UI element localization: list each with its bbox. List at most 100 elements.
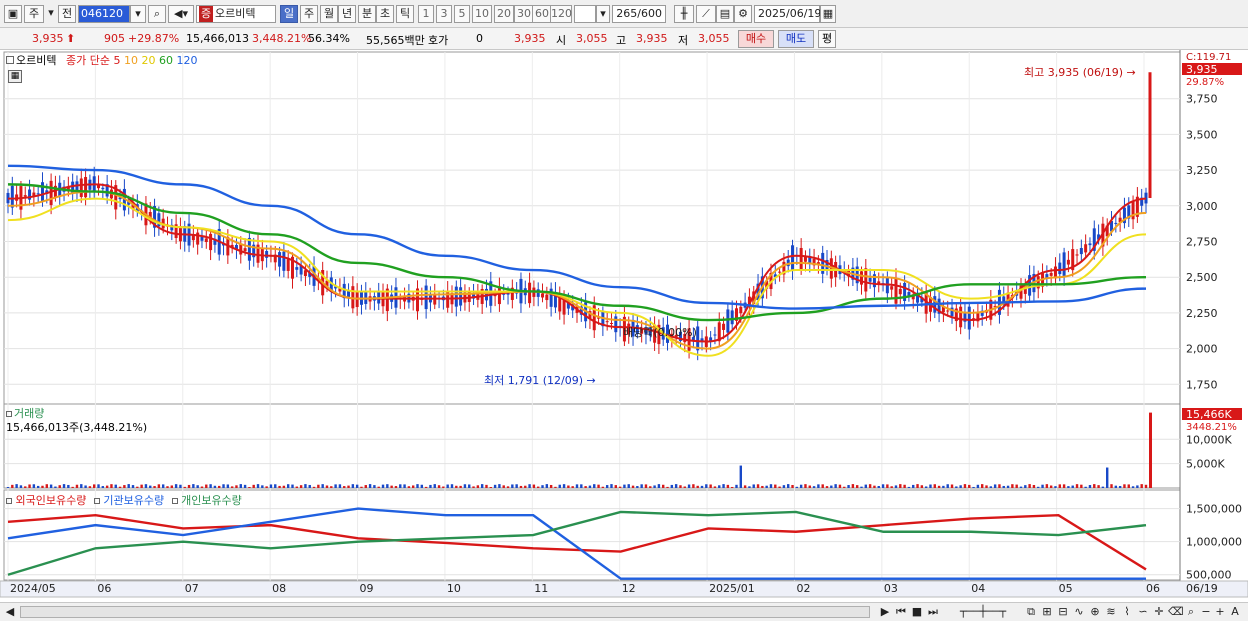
volume-bar (912, 484, 915, 488)
rewind-icon[interactable]: ⏮ (894, 604, 908, 620)
volume-bar (700, 485, 704, 488)
date-input[interactable]: 2025/06/19 (754, 5, 821, 23)
volume-bar (511, 484, 514, 488)
individual-legend-box-icon (171, 498, 178, 504)
interval-dropdown-icon[interactable]: ▾ (596, 5, 610, 23)
volume-bar (131, 485, 135, 488)
crosshair-icon[interactable]: ✛ (1152, 604, 1166, 620)
volume-bar (205, 484, 208, 488)
volume-bar (653, 485, 656, 488)
scroll-track[interactable] (20, 606, 870, 618)
legend-stock-name[interactable]: 오르비텍 (16, 54, 56, 67)
interval-60-button[interactable]: 60 (532, 5, 552, 23)
volume-bar (161, 484, 165, 488)
count-input[interactable]: 265/600 (612, 5, 666, 23)
save-icon[interactable]: ▤ (716, 5, 734, 23)
candle-body (286, 259, 290, 271)
bottom-scrollbar[interactable]: ◀ ▶ ⏮ ■ ⏭ ┬──┼──┬ ⧉ ⊞ ⊟ ∿ ⊕ ≋ ⌇ ∽ ✛ ⌫ ⌕ … (0, 602, 1248, 621)
sell-button[interactable]: 매도 (778, 30, 814, 48)
dividend-annotation: 배당락(0.00%) (623, 326, 697, 339)
code-dropdown-icon[interactable]: ▾ (130, 5, 146, 23)
buy-button[interactable]: 매수 (738, 30, 774, 48)
scroll-left-icon[interactable]: ◀ (4, 604, 16, 620)
candle-icon[interactable]: ╫ (674, 5, 694, 23)
stock-chart[interactable]: 3,750 3,500 3,250 3,000 2,750 2,500 2,250 2,000… (0, 50, 1248, 602)
layout-icon[interactable]: ⊞ (1040, 604, 1054, 620)
period-year-button[interactable]: 년 (338, 5, 356, 23)
stock-name-field[interactable]: 증 오르비텍 (196, 5, 276, 23)
prev-button[interactable]: 전 (58, 5, 76, 23)
legend-institution[interactable]: 기관보유수량 (103, 494, 164, 507)
volume-bar (855, 485, 859, 488)
table-view-icon[interactable]: ▦ (8, 70, 22, 83)
up-arrow-icon: ⬆ (66, 32, 76, 45)
interval-10-button[interactable]: 10 (472, 5, 492, 23)
interval-20-button[interactable]: 20 (494, 5, 514, 23)
interval-30-button[interactable]: 30 (514, 5, 534, 23)
volume-bar (605, 485, 609, 488)
interval-1-button[interactable]: 1 (418, 5, 434, 23)
settings-gear-icon[interactable]: ⚙ (734, 5, 752, 23)
zoom-out-icon[interactable]: − (1200, 604, 1212, 620)
calendar-icon[interactable]: ▦ (820, 5, 836, 23)
volume-bar (1071, 485, 1074, 488)
sound-icon[interactable]: ◀▾ (168, 5, 194, 23)
type-dropdown-icon[interactable]: ▾ (46, 5, 56, 23)
window-menu-icon[interactable]: ▣ (4, 5, 22, 23)
forward-icon[interactable]: ⏭ (926, 604, 940, 620)
volume-bar (11, 484, 14, 488)
volume-bar (968, 484, 971, 488)
volume-bar (455, 485, 458, 488)
wave-icon[interactable]: ⌇ (1120, 604, 1134, 620)
magnifier-icon[interactable]: ⌕ (1184, 604, 1198, 620)
period-day-button[interactable]: 일 (280, 5, 298, 23)
volume-bar (123, 485, 126, 488)
eval-button[interactable]: 평 (818, 30, 836, 48)
stop-icon[interactable]: ■ (910, 604, 924, 620)
legend-foreign[interactable]: 외국인보유수량 (16, 494, 87, 507)
fibonacci-icon[interactable]: ≋ (1104, 604, 1118, 620)
volume-bar (808, 485, 811, 488)
zoom-in-icon[interactable]: + (1214, 604, 1226, 620)
period-second-button[interactable]: 초 (376, 5, 394, 23)
period-tick-button[interactable]: 틱 (396, 5, 414, 23)
volume-bar (243, 484, 247, 488)
cycle-icon[interactable]: ∽ (1136, 604, 1150, 620)
window-icon[interactable]: ⧉ (1024, 604, 1038, 620)
legend-ma-label[interactable]: 종가 단순 (66, 54, 110, 67)
zoom-slider[interactable]: ┬──┼──┬ (948, 604, 1018, 620)
line-tool-icon[interactable]: ⟋ (696, 5, 716, 23)
type-select[interactable]: 주 (24, 5, 44, 23)
search-icon[interactable]: ⌕ (148, 5, 166, 23)
volume-bar (972, 486, 975, 488)
volume-bar (1127, 484, 1130, 488)
volume-bar (618, 486, 622, 488)
interval-5-button[interactable]: 5 (454, 5, 470, 23)
trend-tool-icon[interactable]: ∿ (1072, 604, 1086, 620)
period-week-button[interactable]: 주 (300, 5, 318, 23)
volume-bar (498, 484, 501, 488)
text-tool-icon[interactable]: A (1228, 604, 1242, 620)
candle-body (424, 285, 428, 310)
volume-bar (1011, 484, 1014, 488)
interval-3-button[interactable]: 3 (436, 5, 452, 23)
volume-bar (209, 484, 212, 488)
period-minute-button[interactable]: 분 (358, 5, 376, 23)
volume-bar (662, 484, 665, 488)
custom-interval-input[interactable] (574, 5, 596, 23)
chart-area[interactable]: 3,750 3,500 3,250 3,000 2,750 2,500 2,250 2,000… (0, 50, 1248, 602)
period-month-button[interactable]: 월 (320, 5, 338, 23)
legend-individual[interactable]: 개인보유수량 (181, 494, 242, 507)
erase-icon[interactable]: ⌫ (1168, 604, 1184, 620)
volume-bar (459, 485, 462, 488)
play-icon[interactable]: ▶ (878, 604, 892, 620)
volume-bar (1041, 484, 1044, 488)
volume-bar (838, 484, 842, 488)
split-icon[interactable]: ⊟ (1056, 604, 1070, 620)
candle-body (40, 182, 44, 202)
interval-120-button[interactable]: 120 (550, 5, 572, 23)
measure-icon[interactable]: ⊕ (1088, 604, 1102, 620)
stock-code-input[interactable]: 046120 (78, 5, 130, 23)
low-annotation: 최저 1,791 (12/09) → (484, 374, 596, 387)
volume-bar (19, 485, 23, 488)
